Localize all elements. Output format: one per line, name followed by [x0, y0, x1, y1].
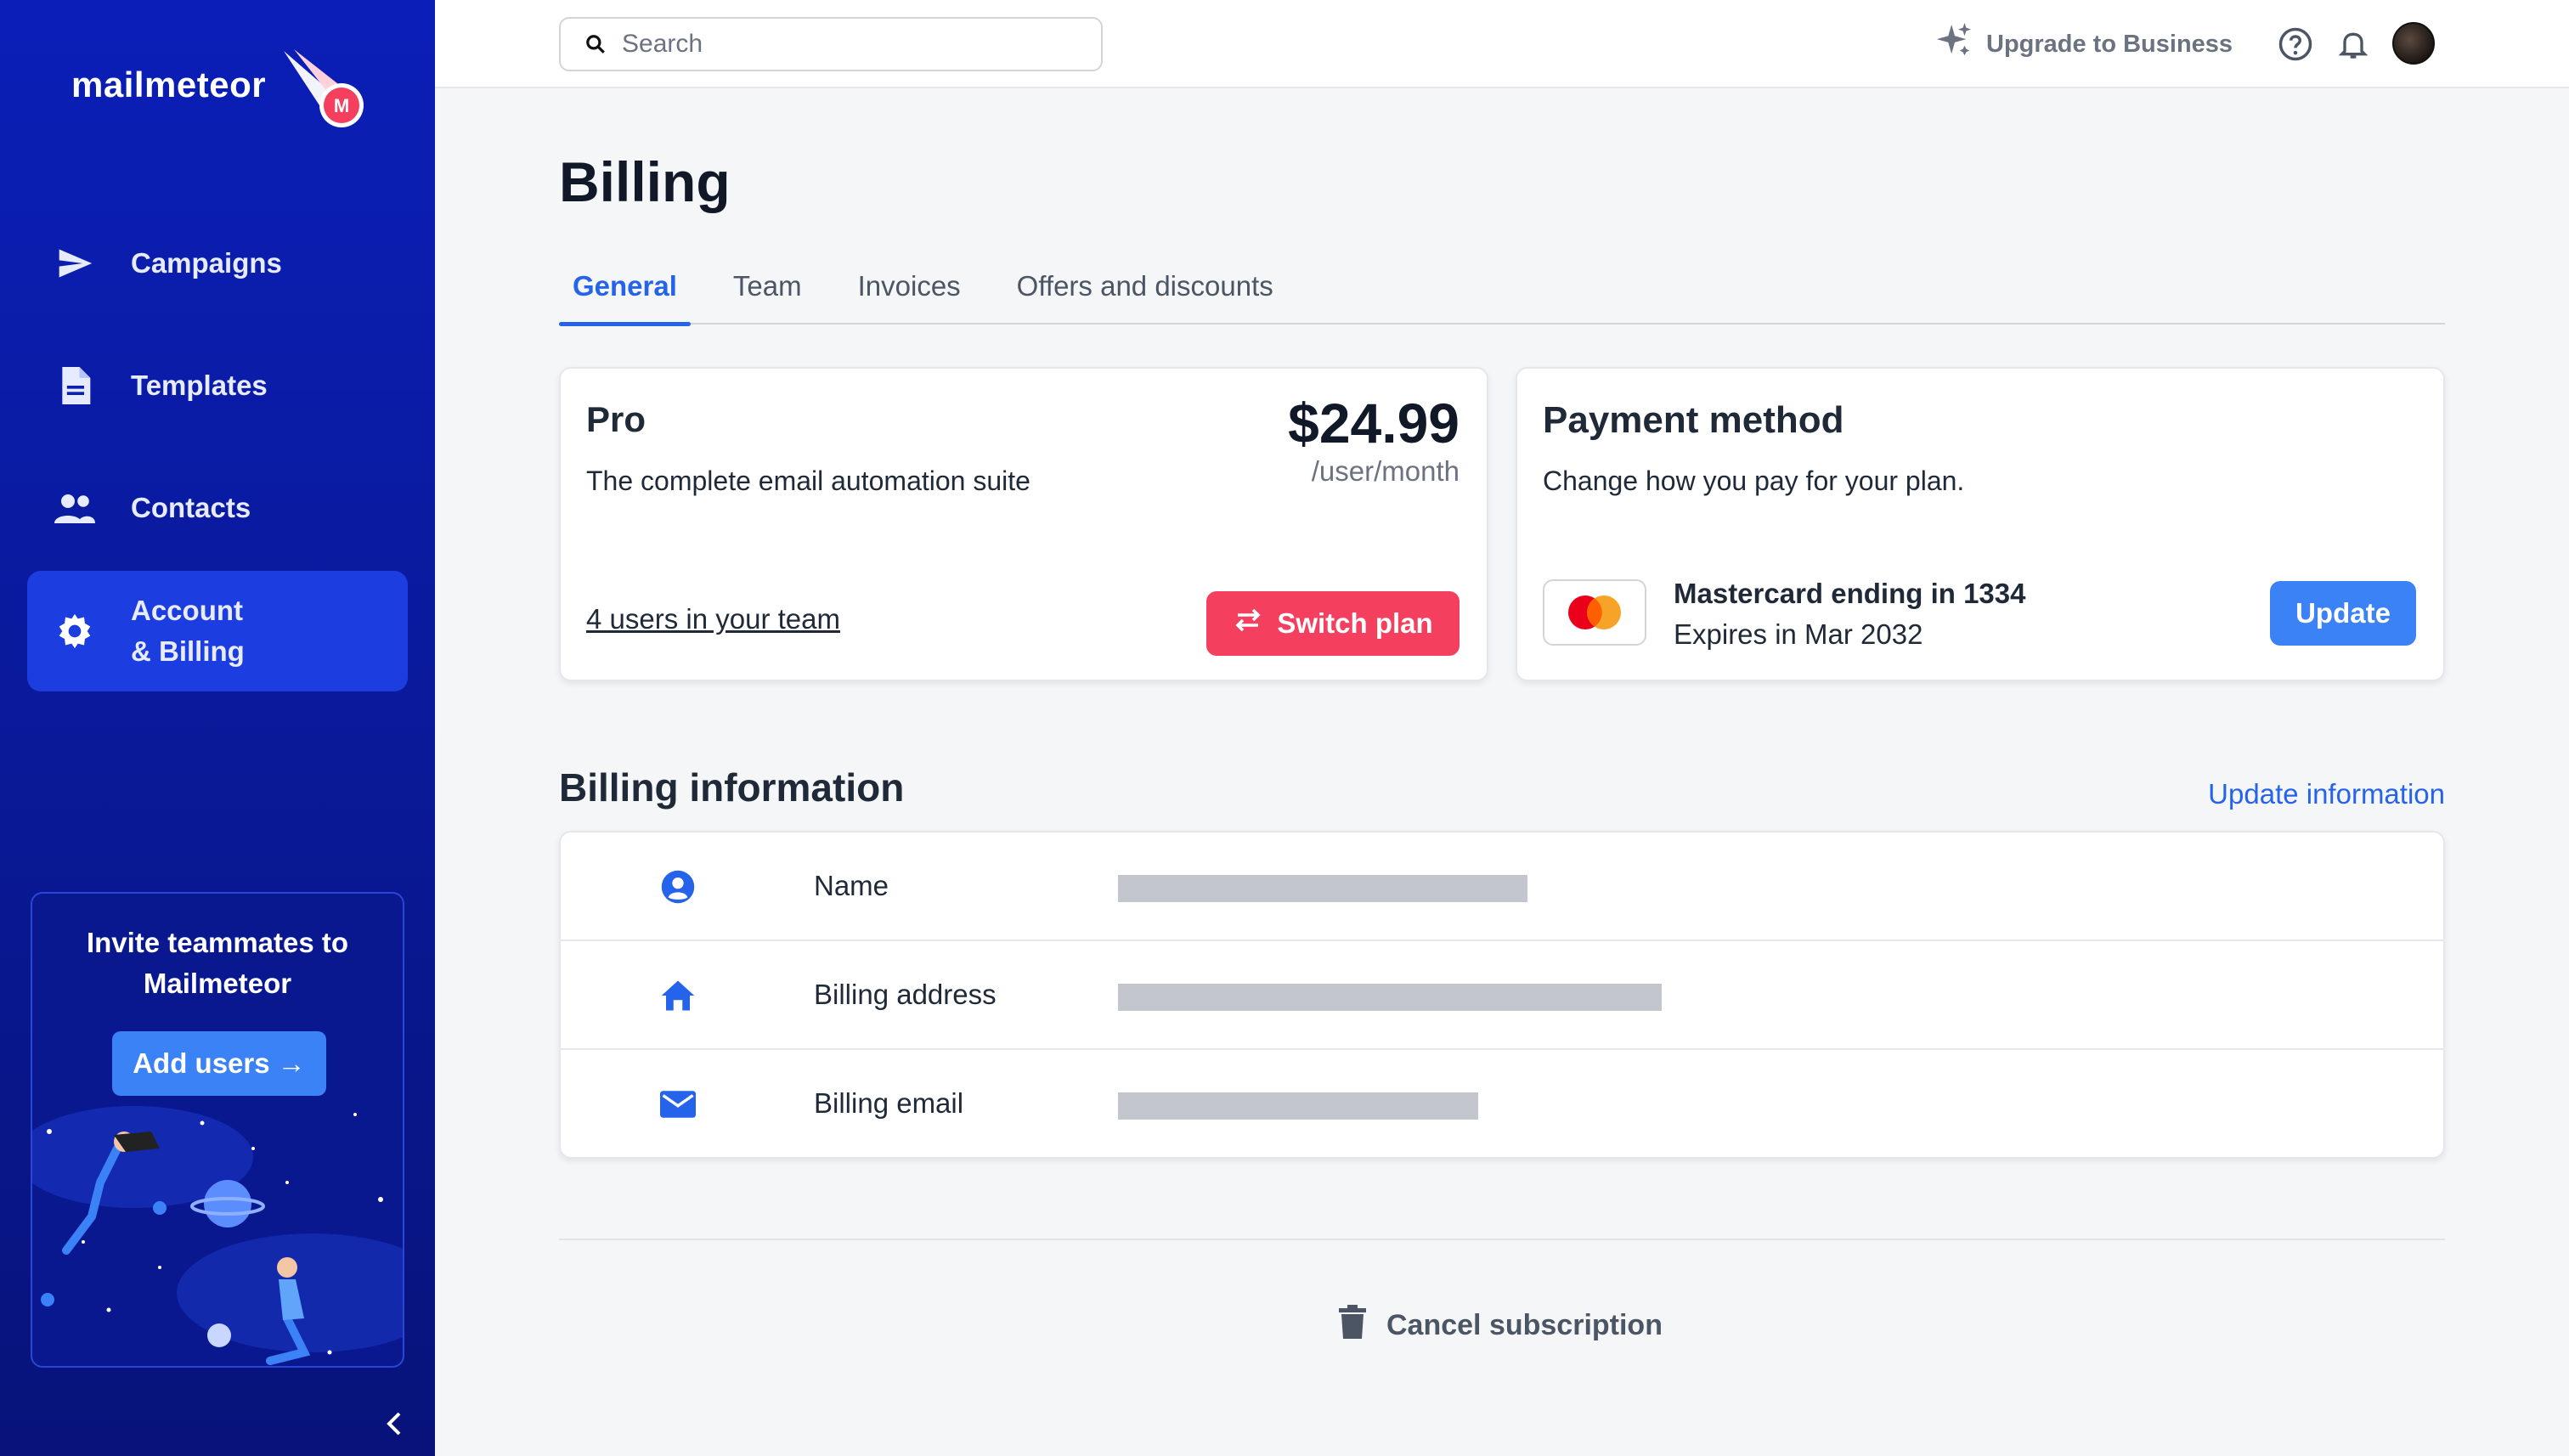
divider [559, 1239, 2445, 1240]
table-row: Name [561, 832, 2443, 941]
tab-offers-and-discounts[interactable]: Offers and discounts [1003, 263, 1287, 324]
avatar[interactable] [2392, 22, 2435, 65]
label-line-2: & Billing [131, 635, 245, 667]
billing-information-card: Name Billing address Billing email [559, 831, 2445, 1159]
add-users-button[interactable]: Add users → [112, 1031, 326, 1096]
envelope-icon [658, 1084, 698, 1125]
invite-teammates-card: Invite teammates to Mailmeteor Add users… [31, 892, 404, 1368]
brand-name: mailmeteor [71, 65, 267, 104]
sidebar-item-contacts[interactable]: Contacts [27, 449, 408, 567]
trash-icon [1339, 1305, 1366, 1346]
sidebar-item-account-billing[interactable]: Account & Billing [27, 571, 408, 691]
search-box[interactable] [559, 17, 1103, 71]
sidebar-item-label: Account & Billing [131, 590, 245, 672]
switch-plan-button[interactable]: Switch plan [1206, 591, 1460, 656]
table-row: Billing address [561, 941, 2443, 1050]
info-label: Name [814, 870, 889, 901]
upgrade-label: Upgrade to Business [1986, 30, 2233, 58]
search-icon [586, 35, 605, 54]
plan-name: Pro [586, 399, 646, 439]
table-row: Billing email [561, 1050, 2443, 1159]
tab-invoices[interactable]: Invoices [844, 263, 974, 324]
sparkles-icon [1935, 21, 1974, 67]
switch-plan-label: Switch plan [1277, 607, 1433, 639]
payment-method-card: Payment method Change how you pay for yo… [1516, 367, 2445, 681]
plan-price: $24.99 [1288, 392, 1460, 454]
update-information-link[interactable]: Update information [2208, 778, 2445, 810]
invite-title-line-1: Invite teammates to [86, 927, 349, 958]
sidebar-item-label: Contacts [131, 492, 251, 523]
people-icon [54, 488, 95, 528]
bell-icon [2338, 32, 2369, 59]
sidebar: mailmeteor M Campaigns Templates Contact… [0, 0, 435, 1456]
svg-text:M: M [334, 95, 349, 116]
redacted-value [1118, 875, 1527, 902]
plan-period: /user/month [1311, 455, 1460, 487]
label-line-1: Account [131, 595, 243, 626]
search-input[interactable] [622, 30, 1081, 59]
paper-plane-icon [54, 243, 95, 284]
cancel-subscription-label: Cancel subscription [1386, 1309, 1663, 1341]
notifications-button[interactable] [2335, 25, 2372, 63]
home-icon [658, 975, 698, 1016]
cancel-subscription-button[interactable]: Cancel subscription [1339, 1305, 1663, 1346]
plan-description: The complete email automation suite [586, 466, 1030, 496]
invite-title: Invite teammates to Mailmeteor [32, 923, 403, 1004]
card-expiry: Expires in Mar 2032 [1674, 618, 1923, 650]
redacted-value [1118, 984, 1662, 1011]
payment-description: Change how you pay for your plan. [1543, 466, 1965, 496]
sidebar-item-campaigns[interactable]: Campaigns [27, 204, 408, 323]
info-label: Billing email [814, 1087, 964, 1119]
collapse-sidebar-button[interactable] [381, 1410, 408, 1437]
space-illustration-icon [32, 1106, 403, 1365]
plan-card: Pro The complete email automation suite … [559, 367, 1488, 681]
card-name: Mastercard ending in 1334 [1674, 578, 2026, 609]
billing-tabs: General Team Invoices Offers and discoun… [559, 263, 2445, 326]
team-users-link[interactable]: 4 users in your team [586, 603, 840, 635]
sidebar-item-templates[interactable]: Templates [27, 326, 408, 445]
upgrade-to-business-button[interactable]: Upgrade to Business [1935, 22, 2233, 66]
update-payment-button[interactable]: Update [2270, 581, 2416, 646]
topbar: Upgrade to Business [435, 0, 2569, 88]
sidebar-item-label: Campaigns [131, 247, 282, 279]
chevron-left-icon [387, 1412, 401, 1436]
gear-icon [54, 611, 95, 652]
swap-arrows-icon [1233, 607, 1263, 640]
page-title: Billing [559, 150, 731, 213]
user-circle-icon [658, 866, 698, 907]
brand-logo[interactable]: mailmeteor M [71, 49, 364, 127]
invite-title-line-2: Mailmeteor [143, 968, 292, 999]
sidebar-item-label: Templates [131, 370, 268, 401]
sidebar-nav: Campaigns Templates Contacts Account & B… [27, 204, 408, 695]
redacted-value [1118, 1092, 1478, 1120]
tab-general[interactable]: General [559, 263, 691, 326]
mastercard-icon [1543, 579, 1646, 646]
info-label: Billing address [814, 979, 997, 1010]
document-icon [54, 365, 95, 406]
meteor-logo-icon: M [284, 49, 364, 127]
billing-information-title: Billing information [559, 765, 905, 810]
help-circle-icon [2278, 27, 2312, 61]
help-button[interactable] [2277, 25, 2314, 63]
payment-title: Payment method [1543, 399, 1844, 441]
tab-team[interactable]: Team [720, 263, 816, 324]
